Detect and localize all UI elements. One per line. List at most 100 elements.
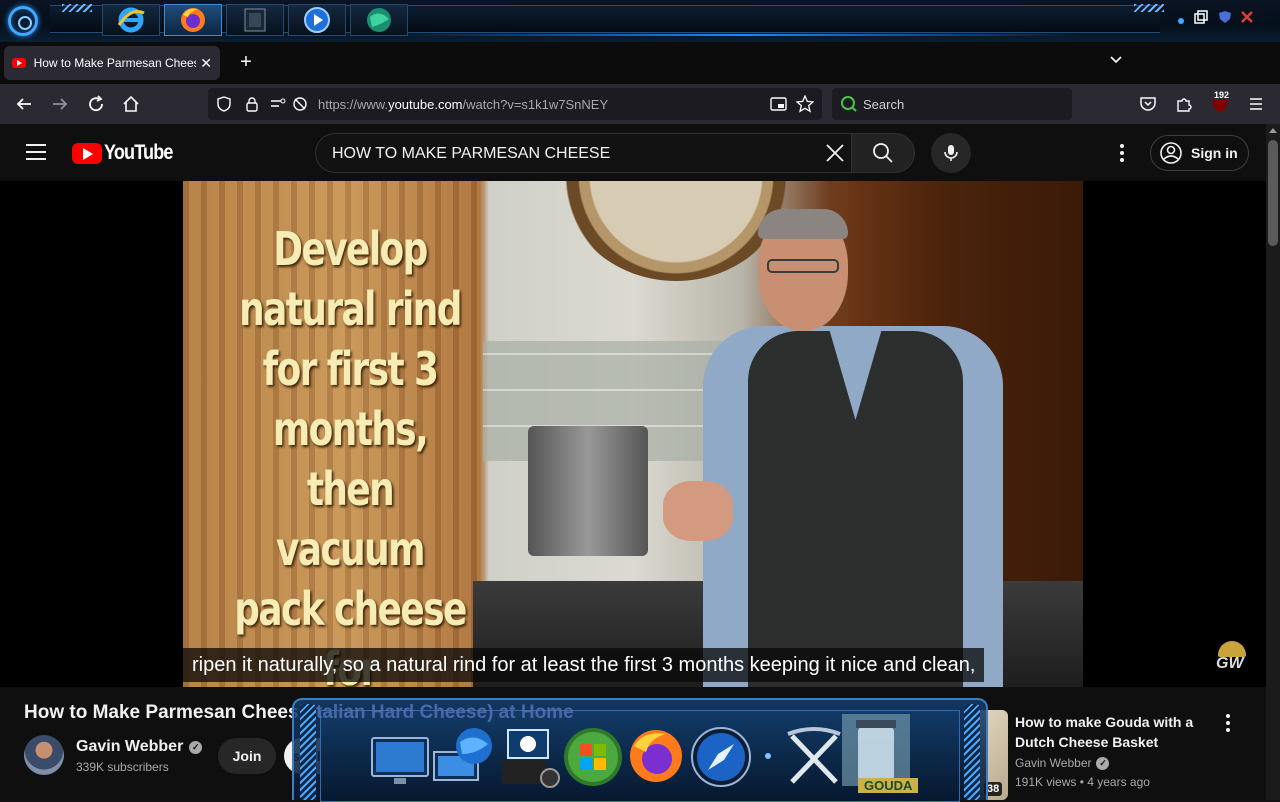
verified-badge-icon xyxy=(1096,756,1110,770)
related-meta: 191K views • 4 years ago xyxy=(1015,775,1150,789)
youtube-favicon-icon xyxy=(12,58,26,68)
quicklaunch-firefox[interactable] xyxy=(164,4,222,36)
hamburger-icon xyxy=(1250,98,1262,110)
video-title-visible: How to Make Parmesan Chees xyxy=(24,702,299,723)
related-title[interactable]: How to make Gouda with a Dutch Cheese Ba… xyxy=(1015,712,1205,752)
arrow-left-icon xyxy=(16,98,31,110)
dock-pillar-left xyxy=(300,704,316,800)
related-channel[interactable]: Gavin Webber xyxy=(1015,756,1110,770)
chevron-down-icon[interactable] xyxy=(1110,54,1122,66)
youtube-logo[interactable]: YouTube xyxy=(72,141,184,165)
browser-search-bar[interactable]: Search xyxy=(832,88,1072,120)
watermark-text: GW xyxy=(1216,655,1244,672)
sign-in-label: Sign in xyxy=(1191,145,1238,161)
quicklaunch-globe[interactable] xyxy=(350,4,408,36)
arrow-right-icon xyxy=(53,98,68,110)
globe-icon xyxy=(367,8,391,32)
channel-watermark[interactable]: GW xyxy=(1214,639,1250,675)
video-player[interactable]: Develop natural rind for first 3 months,… xyxy=(0,181,1266,687)
clear-search-icon[interactable] xyxy=(824,142,846,164)
scrollbar-thumb[interactable] xyxy=(1268,140,1278,246)
video-caption: ripen it naturally, so a natural rind fo… xyxy=(183,648,985,682)
url-bar[interactable]: https://www.youtube.com/watch?v=s1k1w7Sn… xyxy=(208,88,822,120)
gouda-label: GOUDA xyxy=(858,778,919,793)
puzzle-icon xyxy=(1177,98,1192,112)
back-button[interactable] xyxy=(12,92,36,116)
desktop-skin-bar xyxy=(0,0,1280,42)
tray-dot-icon[interactable] xyxy=(1174,14,1188,28)
youtube-search-input[interactable]: HOW TO MAKE PARMESAN CHEESE xyxy=(315,133,851,173)
new-tab-button[interactable]: + xyxy=(234,51,258,74)
lock-icon[interactable] xyxy=(244,96,260,112)
youtube-play-icon xyxy=(72,142,102,164)
sign-in-button[interactable]: Sign in xyxy=(1150,135,1249,171)
presenter-image xyxy=(663,209,1023,687)
video-frame[interactable]: Develop natural rind for first 3 months,… xyxy=(183,181,1083,687)
search-engine-icon xyxy=(841,96,857,112)
verified-badge-icon xyxy=(189,740,203,754)
channel-name[interactable]: Gavin Webber xyxy=(76,738,203,756)
settings-kebab-icon[interactable] xyxy=(1112,141,1132,165)
microphone-icon xyxy=(944,145,958,161)
close-tab-icon[interactable]: ✕ xyxy=(200,55,212,72)
search-query: HOW TO MAKE PARMESAN CHEESE xyxy=(332,145,611,162)
windows-logo-icon[interactable] xyxy=(562,726,624,788)
film-strip-icon xyxy=(244,8,266,32)
join-button[interactable]: Join xyxy=(218,738,276,774)
pocket-icon xyxy=(1140,97,1156,111)
jar-icon[interactable] xyxy=(840,712,912,788)
webcam-icon[interactable] xyxy=(500,726,564,790)
close-icon[interactable] xyxy=(1240,10,1254,24)
autoplay-blocked-icon[interactable] xyxy=(292,96,308,112)
sparkle-icon xyxy=(765,753,771,759)
channel-avatar[interactable] xyxy=(24,735,64,775)
media-player-icon xyxy=(304,7,330,33)
scroll-up-arrow-icon[interactable] xyxy=(1269,128,1277,133)
search-icon xyxy=(873,143,893,163)
permissions-icon[interactable] xyxy=(270,96,286,112)
picture-in-picture-icon[interactable] xyxy=(770,96,787,112)
globe-icon[interactable] xyxy=(452,724,496,768)
menu-button[interactable] xyxy=(1244,92,1268,116)
pocket-button[interactable] xyxy=(1136,92,1160,116)
quicklaunch-film[interactable] xyxy=(226,4,284,36)
extensions-button[interactable] xyxy=(1172,92,1196,116)
tools-icon[interactable] xyxy=(784,726,844,788)
related-menu-kebab-icon[interactable] xyxy=(1220,712,1236,734)
youtube-masthead: YouTube HOW TO MAKE PARMESAN CHEESE Sign… xyxy=(0,124,1266,181)
skin-glow-line xyxy=(400,34,1080,36)
safari-compass-icon[interactable] xyxy=(690,726,752,788)
related-channel-text: Gavin Webber xyxy=(1015,756,1092,770)
search-placeholder: Search xyxy=(863,97,905,112)
restore-icon[interactable] xyxy=(1194,10,1208,24)
tab-title: How to Make Parmesan Cheese xyxy=(33,56,197,70)
monitor-icon[interactable] xyxy=(368,734,432,790)
tab-strip: How to Make Parmesan Cheese ✕ + xyxy=(0,42,1280,84)
page-scrollbar[interactable] xyxy=(1266,124,1280,800)
reload-button[interactable] xyxy=(84,92,108,116)
url-domain: youtube.com xyxy=(388,97,463,112)
video-overlay-text: Develop natural rind for first 3 months,… xyxy=(234,222,467,687)
nav-toolbar: https://www.youtube.com/watch?v=s1k1w7Sn… xyxy=(0,84,1280,124)
shield-icon[interactable] xyxy=(216,96,232,112)
start-orb-icon[interactable] xyxy=(8,6,38,36)
quicklaunch-media-player[interactable] xyxy=(288,4,346,36)
voice-search-button[interactable] xyxy=(931,133,971,173)
url-prefix: https://www. xyxy=(318,97,389,112)
bookmark-star-icon[interactable] xyxy=(796,95,814,113)
dock-pillar-right xyxy=(964,704,980,800)
quicklaunch-internet-explorer[interactable] xyxy=(102,4,160,36)
video-title: How to Make Parmesan Chees xyxy=(24,702,299,724)
forward-button[interactable] xyxy=(48,92,72,116)
youtube-logo-text: YouTube xyxy=(104,141,173,164)
youtube-search-button[interactable] xyxy=(851,133,915,173)
guide-menu-button[interactable] xyxy=(26,144,46,160)
internet-explorer-icon xyxy=(117,7,145,33)
home-button[interactable] xyxy=(119,92,143,116)
tab-youtube[interactable]: How to Make Parmesan Cheese ✕ xyxy=(4,46,220,80)
firefox-icon[interactable] xyxy=(626,726,686,786)
shield-icon[interactable] xyxy=(1218,10,1232,24)
extension-badge: 192 xyxy=(1214,90,1230,100)
account-circle-icon xyxy=(1160,142,1182,164)
firefox-icon xyxy=(181,8,205,32)
